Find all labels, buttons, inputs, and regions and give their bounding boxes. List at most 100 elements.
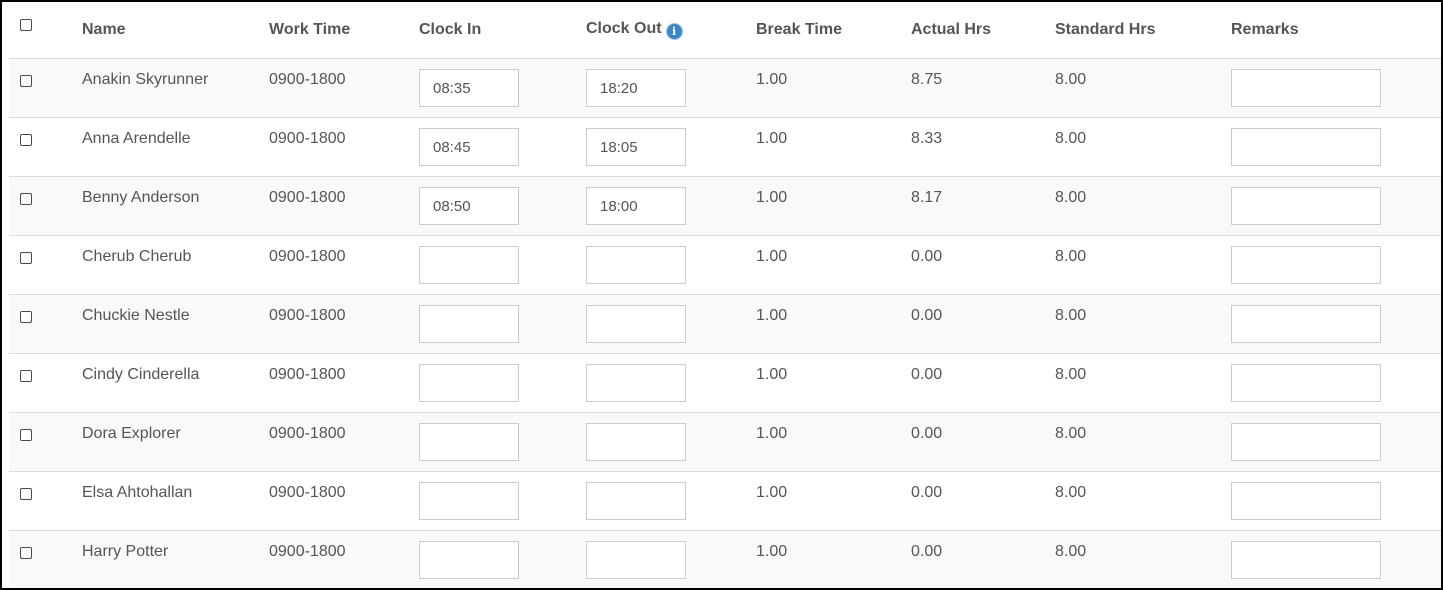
table-body: Anakin Skyrunner 0900-1800 08:35 18:20 1… <box>9 58 1441 588</box>
work-time-cell: 0900-1800 <box>269 353 419 413</box>
actual-hrs-cell: 8.75 <box>911 58 1055 118</box>
row-select-cell <box>9 235 82 295</box>
actual-hrs-cell: 0.00 <box>911 530 1055 588</box>
break-time-value: 1.00 <box>756 71 788 88</box>
column-header-clock-out[interactable]: Clock Out i <box>586 2 756 59</box>
column-header-work-time[interactable]: Work Time <box>269 2 419 59</box>
work-time-cell: 0900-1800 <box>269 117 419 177</box>
row-select-cell <box>9 294 82 354</box>
work-time-value: 0900-1800 <box>269 189 346 206</box>
clock-in-cell: 08:35 <box>419 58 586 118</box>
standard-hrs-value: 8.00 <box>1055 248 1087 265</box>
row-checkbox[interactable] <box>20 134 32 146</box>
clock-in-cell <box>419 294 586 354</box>
table-row: Elsa Ahtohallan 0900-1800 1.00 0.00 8.00 <box>9 471 1441 531</box>
row-select-cell <box>9 117 82 177</box>
clock-in-input[interactable] <box>419 305 519 343</box>
clock-in-input[interactable] <box>419 541 519 579</box>
row-checkbox[interactable] <box>20 547 32 559</box>
remarks-input[interactable] <box>1231 128 1381 166</box>
clock-out-input[interactable] <box>586 541 686 579</box>
clock-out-cell: 18:05 <box>586 117 756 177</box>
attendance-table-panel: Name Work Time Clock In Clock Out i Break… <box>0 0 1443 590</box>
actual-hrs-value: 0.00 <box>911 484 943 501</box>
remarks-input[interactable] <box>1231 364 1381 402</box>
remarks-input[interactable] <box>1231 423 1381 461</box>
column-header-break-time[interactable]: Break Time <box>756 2 911 59</box>
column-header-name[interactable]: Name <box>82 2 269 59</box>
standard-hrs-cell: 8.00 <box>1055 530 1231 588</box>
clock-out-input[interactable]: 18:05 <box>586 128 686 166</box>
break-time-cell: 1.00 <box>756 294 911 354</box>
clock-out-cell <box>586 353 756 413</box>
clock-in-cell <box>419 530 586 588</box>
column-header-actual-hrs[interactable]: Actual Hrs <box>911 2 1055 59</box>
clock-out-input[interactable] <box>586 423 686 461</box>
actual-hrs-cell: 0.00 <box>911 294 1055 354</box>
row-checkbox[interactable] <box>20 193 32 205</box>
clock-out-cell: 18:00 <box>586 176 756 236</box>
clock-out-cell <box>586 530 756 588</box>
clock-in-input[interactable] <box>419 364 519 402</box>
work-time-cell: 0900-1800 <box>269 235 419 295</box>
column-header-remarks[interactable]: Remarks <box>1231 2 1441 59</box>
remarks-input[interactable] <box>1231 305 1381 343</box>
row-select-cell <box>9 58 82 118</box>
remarks-input[interactable] <box>1231 246 1381 284</box>
work-time-value: 0900-1800 <box>269 484 346 501</box>
clock-out-input[interactable] <box>586 482 686 520</box>
standard-hrs-value: 8.00 <box>1055 543 1087 560</box>
standard-hrs-value: 8.00 <box>1055 366 1087 383</box>
clock-in-cell <box>419 353 586 413</box>
row-checkbox[interactable] <box>20 311 32 323</box>
row-checkbox[interactable] <box>20 252 32 264</box>
table-row: Chuckie Nestle 0900-1800 1.00 0.00 8.00 <box>9 294 1441 354</box>
clock-in-input[interactable] <box>419 423 519 461</box>
clock-out-input[interactable]: 18:00 <box>586 187 686 225</box>
clock-in-input[interactable] <box>419 482 519 520</box>
clock-out-input[interactable] <box>586 364 686 402</box>
column-header-clock-in[interactable]: Clock In <box>419 2 586 59</box>
clock-in-input[interactable]: 08:50 <box>419 187 519 225</box>
remarks-input[interactable] <box>1231 69 1381 107</box>
actual-hrs-value: 0.00 <box>911 307 943 324</box>
clock-out-cell <box>586 235 756 295</box>
row-checkbox[interactable] <box>20 429 32 441</box>
remarks-cell <box>1231 412 1441 472</box>
standard-hrs-cell: 8.00 <box>1055 176 1231 236</box>
column-header-standard-hrs[interactable]: Standard Hrs <box>1055 2 1231 59</box>
clock-in-input[interactable]: 08:35 <box>419 69 519 107</box>
work-time-cell: 0900-1800 <box>269 471 419 531</box>
remarks-cell <box>1231 58 1441 118</box>
actual-hrs-cell: 0.00 <box>911 235 1055 295</box>
break-time-cell: 1.00 <box>756 235 911 295</box>
work-time-value: 0900-1800 <box>269 425 346 442</box>
clock-out-cell <box>586 412 756 472</box>
row-checkbox[interactable] <box>20 75 32 87</box>
row-checkbox[interactable] <box>20 488 32 500</box>
table-row: Cherub Cherub 0900-1800 1.00 0.00 8.00 <box>9 235 1441 295</box>
remarks-input[interactable] <box>1231 187 1381 225</box>
standard-hrs-cell: 8.00 <box>1055 58 1231 118</box>
select-all-checkbox[interactable] <box>20 19 32 31</box>
work-time-cell: 0900-1800 <box>269 176 419 236</box>
remarks-input[interactable] <box>1231 541 1381 579</box>
row-select-cell <box>9 353 82 413</box>
row-checkbox[interactable] <box>20 370 32 382</box>
clock-in-input[interactable] <box>419 246 519 284</box>
clock-in-cell <box>419 235 586 295</box>
actual-hrs-value: 8.75 <box>911 71 943 88</box>
clock-in-cell: 08:50 <box>419 176 586 236</box>
remarks-input[interactable] <box>1231 482 1381 520</box>
info-icon[interactable]: i <box>665 23 683 40</box>
clock-out-input[interactable] <box>586 305 686 343</box>
table-row: Harry Potter 0900-1800 1.00 0.00 8.00 <box>9 530 1441 588</box>
standard-hrs-value: 8.00 <box>1055 307 1087 324</box>
clock-out-input[interactable]: 18:20 <box>586 69 686 107</box>
row-select-cell <box>9 412 82 472</box>
actual-hrs-cell: 0.00 <box>911 471 1055 531</box>
break-time-value: 1.00 <box>756 189 788 206</box>
clock-out-input[interactable] <box>586 246 686 284</box>
break-time-cell: 1.00 <box>756 353 911 413</box>
clock-in-input[interactable]: 08:45 <box>419 128 519 166</box>
